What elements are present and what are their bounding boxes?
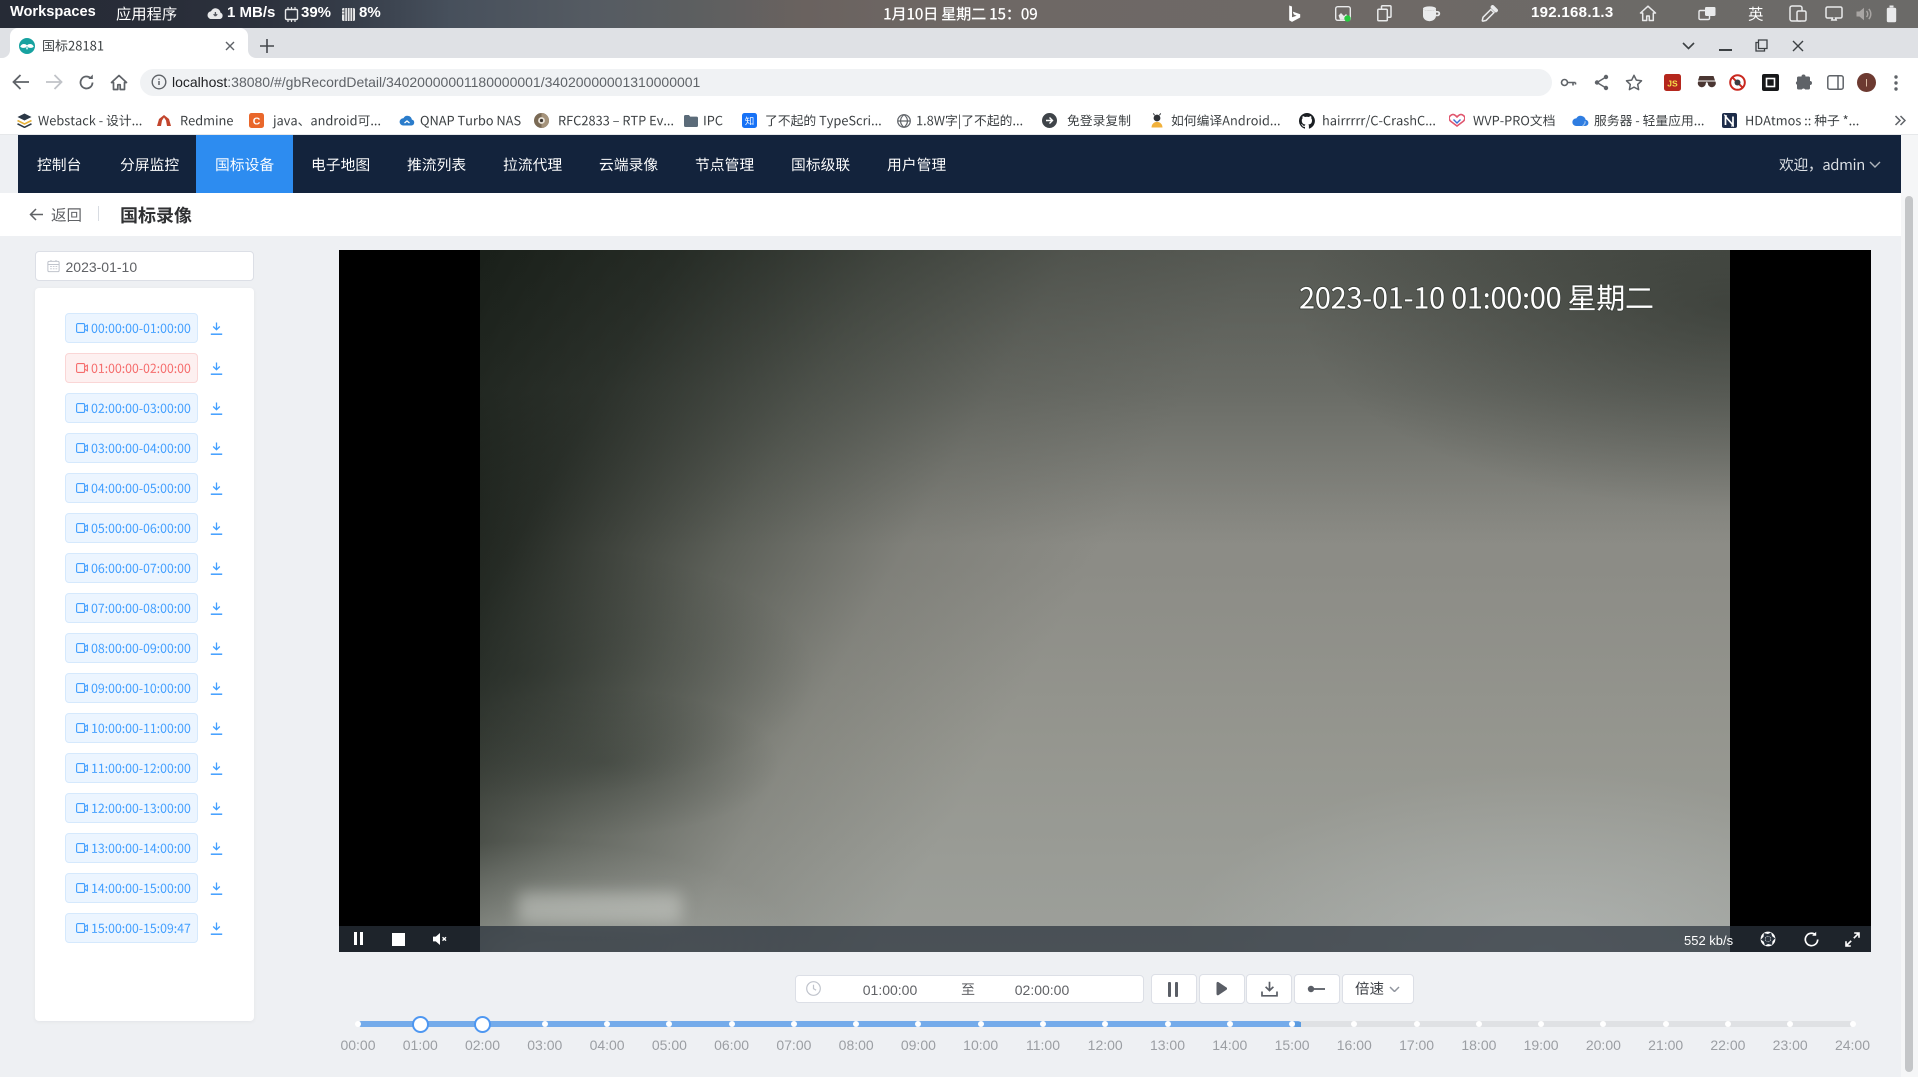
svg-text:JS: JS xyxy=(1667,79,1678,89)
svg-text:C: C xyxy=(253,116,261,128)
svg-text:l: l xyxy=(1865,79,1867,90)
